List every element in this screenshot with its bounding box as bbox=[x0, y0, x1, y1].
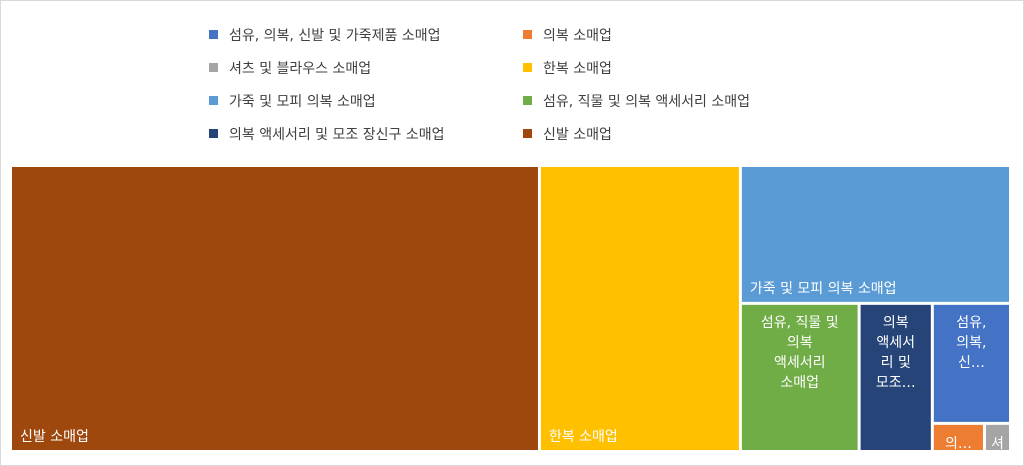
treemap-tile: 섬유, 직물 및의복액세서리소매업 bbox=[741, 304, 858, 450]
legend-swatch bbox=[523, 63, 532, 72]
treemap-tile-label: 한복 소매업 bbox=[549, 429, 618, 445]
treemap-tile-label: 의… bbox=[945, 436, 972, 452]
treemap-tile-label: 의복 bbox=[787, 335, 813, 351]
treemap-tile-label: 의복 bbox=[883, 315, 909, 331]
treemap-tile-label: 가죽 및 모피 의복 소매업 bbox=[750, 281, 897, 297]
legend-swatch bbox=[209, 63, 218, 72]
treemap-tile: 의복액세서리 및모조… bbox=[860, 304, 931, 450]
legend-item: 셔츠 및 블라우스 소매업 bbox=[209, 61, 371, 77]
legend-item: 의복 액세서리 및 모조 장신구 소매업 bbox=[209, 127, 444, 143]
legend-item: 섬유, 직물 및 의복 액세서리 소매업 bbox=[523, 94, 750, 110]
treemap-chart: 섬유, 의복, 신발 및 가죽제품 소매업 의복 소매업셔츠 및 블라우스 소매업… bbox=[12, 28, 1009, 452]
treemap-tile-label: 신… bbox=[958, 355, 985, 371]
legend-item: 가죽 및 모피 의복 소매업 bbox=[209, 94, 376, 110]
legend-label: 가죽 및 모피 의복 소매업 bbox=[229, 94, 376, 110]
treemap-tile-label: 섬유, bbox=[956, 315, 986, 331]
treemap-tile-label: 모조… bbox=[876, 375, 916, 391]
treemap-tile: 한복 소매업 bbox=[540, 167, 739, 450]
treemap-tile-rect bbox=[12, 167, 538, 450]
treemap-tile: 의… bbox=[933, 424, 983, 452]
treemap-tile-label: 신발 소매업 bbox=[20, 429, 89, 445]
treemap-tile-label: 리 및 bbox=[881, 355, 911, 371]
legend-item: 한복 소매업 bbox=[523, 61, 612, 77]
treemap-tile-label: 셔 bbox=[991, 436, 1004, 452]
treemap-tile-label: 액세서리 bbox=[774, 355, 826, 371]
legend-item: 신발 소매업 bbox=[523, 127, 612, 143]
treemap-tile-label: 의복, bbox=[956, 335, 986, 351]
treemap-tiles: 섬유,의복,신…의… 셔한복 소매업가죽 및 모피 의복 소매업섬유, 직물 및의… bbox=[12, 167, 1009, 452]
treemap-tile: 셔 bbox=[985, 424, 1009, 452]
legend-swatch bbox=[523, 96, 532, 105]
legend-label: 의복 소매업 bbox=[543, 28, 612, 44]
treemap-tile-rect bbox=[540, 167, 739, 450]
legend-label: 의복 액세서리 및 모조 장신구 소매업 bbox=[229, 127, 444, 143]
legend-label: 섬유, 직물 및 의복 액세서리 소매업 bbox=[543, 94, 750, 110]
legend-label: 셔츠 및 블라우스 소매업 bbox=[229, 61, 371, 77]
treemap-tile-label: 소매업 bbox=[780, 375, 819, 391]
legend-item: 의복 소매업 bbox=[523, 28, 612, 44]
treemap-tile-label: 섬유, 직물 및 bbox=[761, 315, 839, 331]
legend-swatch bbox=[209, 30, 218, 39]
treemap-tile: 신발 소매업 bbox=[12, 167, 538, 450]
legend: 섬유, 의복, 신발 및 가죽제품 소매업 의복 소매업셔츠 및 블라우스 소매업… bbox=[209, 28, 750, 143]
treemap-tile: 가죽 및 모피 의복 소매업 bbox=[741, 167, 1009, 302]
treemap-tile: 섬유, 의복, 신… bbox=[933, 304, 1009, 422]
legend-swatch bbox=[523, 129, 532, 138]
legend-label: 한복 소매업 bbox=[543, 61, 612, 77]
legend-label: 섬유, 의복, 신발 및 가죽제품 소매업 bbox=[229, 28, 440, 44]
legend-item: 섬유, 의복, 신발 및 가죽제품 소매업 bbox=[209, 28, 440, 44]
legend-label: 신발 소매업 bbox=[543, 127, 612, 143]
treemap-tile-label: 액세서 bbox=[876, 335, 915, 351]
legend-swatch bbox=[523, 30, 532, 39]
legend-swatch bbox=[209, 129, 218, 138]
legend-swatch bbox=[209, 96, 218, 105]
chart-frame: 섬유, 의복, 신발 및 가죽제품 소매업 의복 소매업 셔츠 및 블라우스 소매업… bbox=[0, 0, 1024, 466]
